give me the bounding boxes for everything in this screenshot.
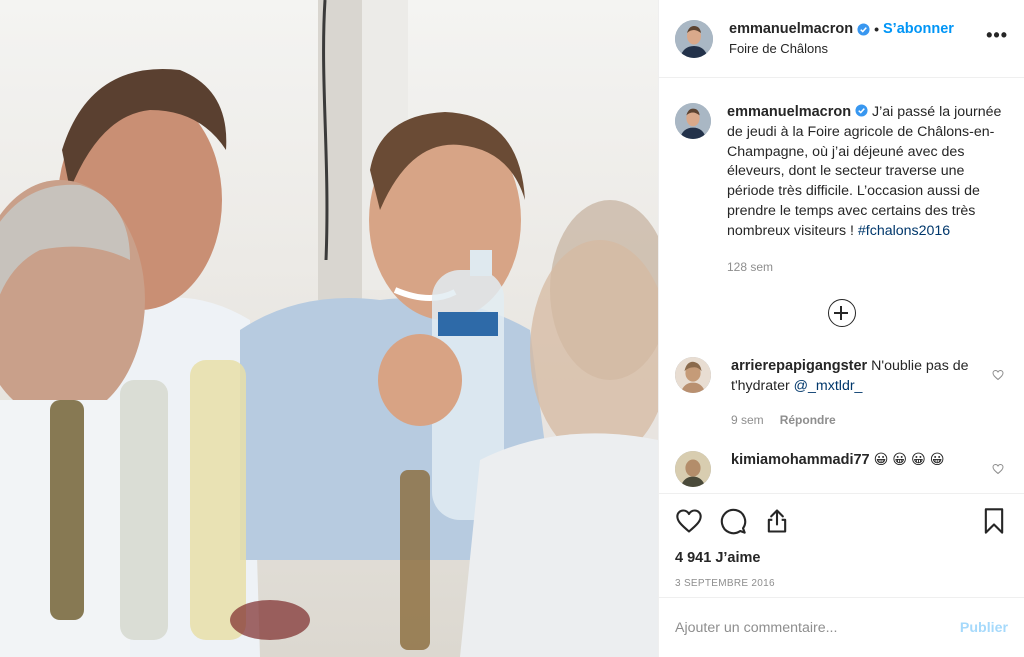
avatar-portrait-icon — [675, 19, 713, 58]
comment-body: kimiamohammadi77 😀 😀 😀 😀 — [731, 451, 981, 487]
load-more-wrap — [675, 283, 1008, 343]
photo-illustration — [0, 0, 658, 657]
comment-heart-icon[interactable] — [992, 369, 1004, 381]
share-icon[interactable] — [763, 507, 791, 535]
post-photo[interactable] — [0, 0, 658, 657]
caption: emmanuelmacron J’ai passé la journée de … — [675, 103, 1008, 277]
comment-username[interactable]: arrierepapigangster — [731, 358, 867, 374]
comment-username[interactable]: kimiamohammadi77 — [731, 452, 870, 468]
author-avatar[interactable] — [675, 19, 713, 58]
add-comment-bar: Publier — [659, 597, 1024, 657]
comment-avatar[interactable] — [675, 357, 711, 394]
comment-input[interactable] — [675, 619, 960, 636]
header-text: emmanuelmacron • S’abonner Foire de Châl… — [729, 21, 986, 56]
post-actions: 4 941 J’aime 3 septembre 2016 — [659, 493, 1024, 589]
bookmark-icon[interactable] — [980, 507, 1008, 535]
heart-icon[interactable] — [675, 507, 703, 535]
caption-hashtag[interactable]: #fchalons2016 — [858, 223, 950, 239]
caption-username[interactable]: emmanuelmacron — [727, 104, 851, 120]
header-top-row: emmanuelmacron • S’abonner — [729, 21, 986, 37]
instagram-post: emmanuelmacron • S’abonner Foire de Châl… — [0, 0, 1024, 657]
caption-body: emmanuelmacron J’ai passé la journée de … — [727, 103, 1007, 277]
avatar-portrait-icon — [675, 103, 711, 139]
caption-author-avatar[interactable] — [675, 103, 711, 139]
post-header: emmanuelmacron • S’abonner Foire de Châl… — [659, 0, 1024, 78]
post-location[interactable]: Foire de Châlons — [729, 41, 986, 56]
post-side-panel: emmanuelmacron • S’abonner Foire de Châl… — [658, 0, 1024, 657]
comments-section[interactable]: emmanuelmacron J’ai passé la journée de … — [659, 79, 1024, 492]
action-icons-row — [675, 506, 1008, 536]
follow-button[interactable]: S’abonner — [883, 21, 954, 37]
more-options-icon[interactable]: ••• — [986, 25, 1008, 52]
reply-button[interactable]: Répondre — [780, 413, 836, 427]
comment-heart-icon[interactable] — [992, 463, 1004, 475]
plus-circle-icon[interactable] — [827, 299, 856, 328]
comment-age[interactable]: 9 sem — [731, 413, 764, 427]
likes-count[interactable]: 4 941 J’aime — [675, 550, 1008, 566]
comment-mention[interactable]: @_mxtldr_ — [794, 378, 863, 394]
publish-button[interactable]: Publier — [960, 620, 1008, 636]
caption-age[interactable]: 128 sem — [727, 258, 1007, 278]
avatar-portrait-icon — [675, 357, 711, 394]
verified-badge-icon — [857, 22, 870, 36]
avatar-portrait-icon — [675, 450, 711, 487]
comment-item: kimiamohammadi77 😀 😀 😀 😀 — [675, 450, 1008, 487]
post-date[interactable]: 3 septembre 2016 — [675, 578, 1008, 589]
comment-bubble-icon[interactable] — [719, 507, 747, 535]
separator-dot: • — [874, 21, 880, 37]
comment-body: arrierepapigangster N'oublie pas de t'hy… — [731, 357, 981, 430]
caption-text: J’ai passé la journée de jeudi à la Foir… — [727, 104, 1002, 239]
comment-text: 😀 😀 😀 😀 — [869, 451, 945, 468]
verified-badge-icon — [855, 104, 868, 117]
author-username[interactable]: emmanuelmacron — [729, 21, 853, 37]
comment-item: arrierepapigangster N'oublie pas de t'hy… — [675, 357, 1008, 430]
comment-avatar[interactable] — [675, 450, 711, 487]
comment-meta: 9 sem Répondre — [731, 411, 981, 431]
